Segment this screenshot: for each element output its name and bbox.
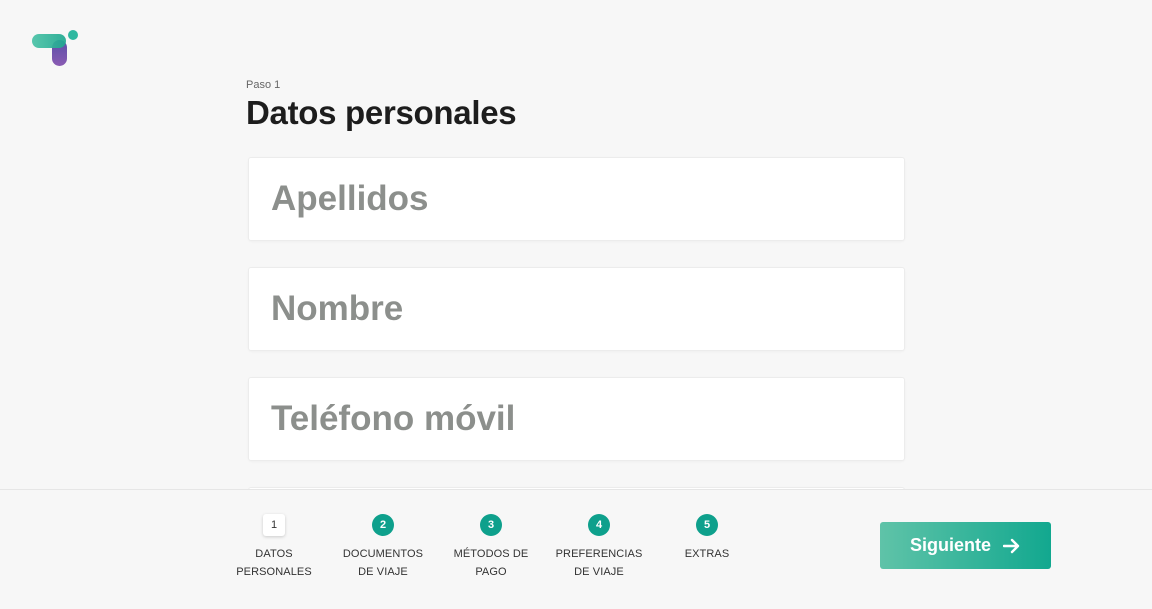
footer-bar: 1 DATOS PERSONALES 2 DOCUMENTOS DE VIAJE… — [0, 489, 1152, 609]
brand-logo — [32, 30, 78, 66]
next-button-label: Siguiente — [909, 535, 991, 555]
step-label: Paso 1 — [246, 79, 281, 91]
stepper-label-line: DE VIAJE — [358, 566, 408, 578]
step-number-badge: 1 — [263, 514, 285, 536]
stepper-label-line: DATOS — [255, 548, 293, 560]
mobile-phone-input[interactable] — [249, 378, 904, 460]
stepper-item-personal-data[interactable]: 1 DATOS PERSONALES — [219, 514, 329, 581]
stepper-item-label: EXTRAS — [652, 545, 762, 563]
first-name-field-container — [248, 267, 905, 351]
step-number-badge: 2 — [372, 514, 394, 536]
stepper-label-line: PERSONALES — [236, 566, 312, 578]
stepper-item-label: PREFERENCIAS DE VIAJE — [544, 545, 654, 581]
last-name-field-container — [248, 157, 905, 241]
arrow-right-icon — [1003, 538, 1020, 553]
app-page: Paso 1 Datos personales 1 DATOS PERSONAL… — [0, 0, 1152, 609]
stepper-item-extras[interactable]: 5 EXTRAS — [652, 514, 762, 563]
stepper-label-line: PAGO — [475, 566, 507, 578]
step-number-badge: 5 — [696, 514, 718, 536]
stepper-label-line: EXTRAS — [684, 548, 730, 560]
stepper-item-label: DATOS PERSONALES — [219, 545, 329, 581]
stepper-label-line: DOCUMENTOS — [342, 548, 424, 560]
last-name-input[interactable] — [249, 158, 904, 240]
stepper-item-label: DOCUMENTOS DE VIAJE — [328, 545, 438, 581]
stepper-item-label: MÉTODOS DE PAGO — [436, 545, 546, 581]
stepper-item-travel-preferences[interactable]: 4 PREFERENCIAS DE VIAJE — [544, 514, 654, 581]
first-name-input[interactable] — [249, 268, 904, 350]
step-number-badge: 3 — [480, 514, 502, 536]
stepper-label-line: PREFERENCIAS — [555, 548, 643, 560]
stepper-item-travel-documents[interactable]: 2 DOCUMENTOS DE VIAJE — [328, 514, 438, 581]
mobile-phone-field-container — [248, 377, 905, 461]
next-button[interactable]: Siguiente — [880, 522, 1051, 569]
stepper-label-line: MÉTODOS DE — [453, 548, 529, 560]
stepper-item-payment-methods[interactable]: 3 MÉTODOS DE PAGO — [436, 514, 546, 581]
page-title: Datos personales — [246, 94, 517, 131]
step-number-badge: 4 — [588, 514, 610, 536]
stepper-label-line: DE VIAJE — [574, 566, 624, 578]
